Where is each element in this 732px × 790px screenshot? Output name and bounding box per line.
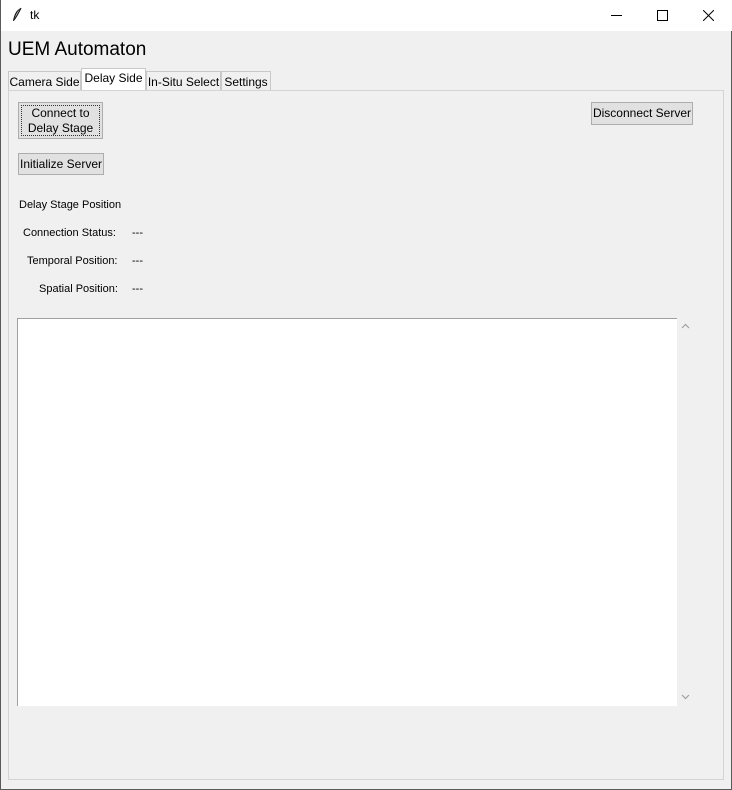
app-heading: UEM Automaton [8,39,147,60]
feather-icon [13,7,22,21]
minimize-icon [610,15,622,16]
connect-delay-stage-button[interactable]: Connect to Delay Stage [18,102,103,139]
spatial-position-label: Spatial Position: [39,283,118,295]
close-icon [702,10,714,21]
minimize-button[interactable] [593,0,639,31]
title-bar[interactable]: tk [1,0,732,31]
scroll-up-icon[interactable] [680,321,691,332]
connect-button-line1: Connect to [31,106,90,120]
initialize-server-button[interactable]: Initialize Server [18,153,104,175]
scroll-down-icon[interactable] [680,691,691,702]
connect-button-line2: Delay Stage [27,121,94,135]
window-title: tk [30,8,40,22]
delay-stage-position-title: Delay Stage Position [19,199,122,211]
temporal-position-value: --- [132,255,143,267]
disconnect-server-button[interactable]: Disconnect Server [591,102,693,125]
log-scrollbar[interactable] [677,318,694,706]
connection-status-value: --- [132,227,143,239]
spatial-position-value: --- [132,283,143,295]
maximize-icon [656,10,668,21]
close-button[interactable] [685,0,731,31]
tab-delay-side[interactable]: Delay Side [81,68,146,91]
temporal-position-label: Temporal Position: [27,255,118,267]
maximize-button[interactable] [639,0,685,31]
tab-camera-side[interactable]: Camera Side [8,71,81,91]
tab-settings[interactable]: Settings [221,71,271,91]
app-window: tk UEM Automaton Camera Side Delay Side … [0,0,732,790]
connection-status-label: Connection Status: [23,227,116,239]
log-text-area[interactable] [17,318,677,706]
tab-in-situ-select[interactable]: In-Situ Select [146,71,221,91]
